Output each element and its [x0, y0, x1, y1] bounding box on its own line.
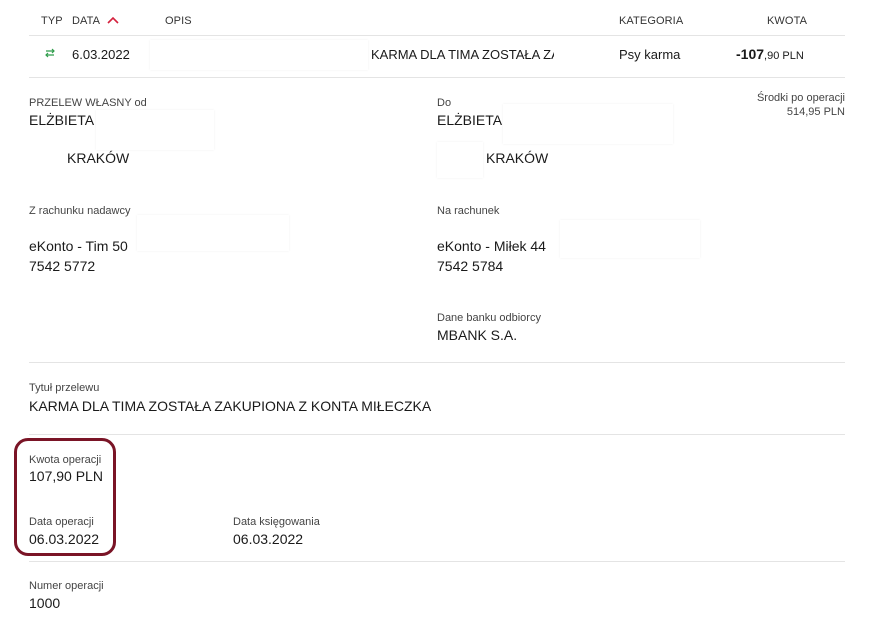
redacted-area: [560, 220, 700, 258]
balance-after-label: Środki po operacji: [756, 92, 845, 104]
from-city: KRAKÓW: [67, 150, 130, 166]
amount-integer: -107: [736, 46, 765, 62]
divider: [29, 561, 845, 562]
title-value: KARMA DLA TIMA ZOSTAŁA ZAKUPIONA Z KONTA…: [29, 398, 432, 414]
book-date-label: Data księgowania: [233, 516, 320, 528]
balance-after-value: 514,95 PLN: [786, 106, 845, 118]
recipient-account-label: Na rachunek: [437, 205, 500, 217]
transaction-date: 6.03.2022: [72, 47, 130, 62]
amount-fraction: ,90 PLN: [764, 50, 804, 62]
redacted-area: [30, 150, 68, 168]
redacted-area: [437, 142, 483, 178]
redacted-area: [137, 215, 289, 251]
sender-account-label: Z rachunku nadawcy: [29, 205, 131, 217]
redacted-area: [503, 104, 673, 144]
to-city: KRAKÓW: [486, 150, 549, 166]
book-date-value: 06.03.2022: [233, 531, 304, 547]
divider: [29, 362, 845, 363]
sender-account-number: 7542 5772: [29, 258, 96, 274]
recipient-account-name: eKonto - Miłek 44: [437, 238, 546, 254]
redacted-area: [150, 40, 368, 70]
op-number-value: 1000: [29, 595, 61, 611]
to-name: ELŻBIETA: [437, 112, 503, 128]
sort-up-icon[interactable]: [107, 16, 119, 24]
header-typ: TYP: [41, 15, 63, 27]
sender-account-name: eKonto - Tim 50: [29, 238, 128, 254]
header-kwota: KWOTA: [767, 15, 808, 27]
header-kategoria: KATEGORIA: [619, 15, 684, 27]
from-label: PRZELEW WŁASNY od: [29, 97, 147, 109]
op-number-label: Numer operacji: [29, 580, 104, 592]
to-label: Do: [437, 97, 452, 109]
transaction-amount: -107,90 PLN: [736, 46, 804, 64]
redacted-area: [96, 110, 214, 150]
title-label: Tytuł przelewu: [29, 382, 100, 394]
row-top-divider: [29, 35, 845, 36]
highlight-outline: [14, 438, 116, 556]
recipient-account-number: 7542 5784: [437, 258, 504, 274]
header-data[interactable]: DATA: [72, 15, 119, 27]
header-data-label: DATA: [72, 15, 100, 27]
transaction-category[interactable]: Psy karma: [619, 47, 680, 62]
header-opis: OPIS: [165, 15, 192, 27]
bank-value: MBANK S.A.: [437, 327, 518, 343]
transfer-arrows-icon: [45, 48, 55, 58]
row-bottom-divider: [29, 77, 845, 78]
transaction-description[interactable]: KARMA DLA TIMA ZOSTAŁA ZAK: [371, 47, 554, 62]
from-name: ELŻBIETA: [29, 112, 95, 128]
bank-label: Dane banku odbiorcy: [437, 312, 541, 324]
divider: [29, 434, 845, 435]
